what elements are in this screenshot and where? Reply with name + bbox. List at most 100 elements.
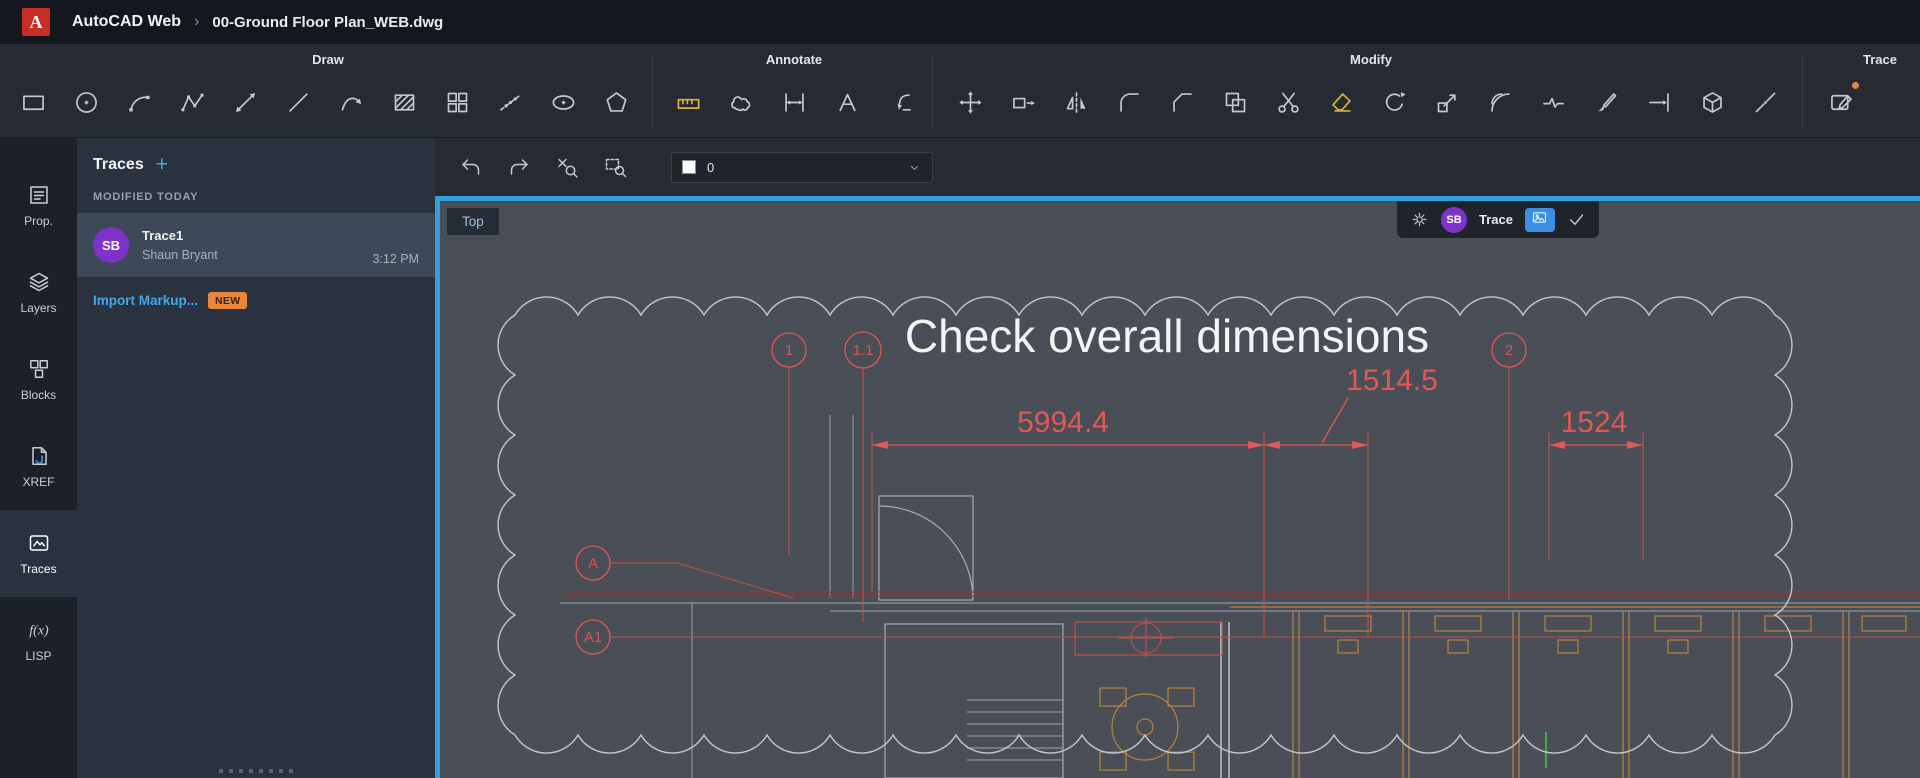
ellipse-tool[interactable] (542, 80, 585, 124)
drawing-viewport[interactable]: Top SB Trace (440, 201, 1920, 778)
add-trace-button[interactable]: + (156, 154, 168, 175)
arc-tool[interactable] (118, 80, 161, 124)
trace-name: Trace1 (142, 228, 218, 243)
ribbon-section-draw: Draw (8, 44, 648, 137)
box-select-button[interactable] (597, 149, 633, 185)
import-markup-link[interactable]: Import Markup... (93, 293, 198, 308)
main-area: Prop. Layers Blocks XREF Traces f(x) LISP Trac… (0, 138, 1920, 778)
trace-annotation-text[interactable]: Check overall dimensions (905, 310, 1429, 362)
sidebar-item-label: Layers (20, 301, 56, 315)
notification-dot (1852, 82, 1859, 89)
ribbon-section-label: Draw (8, 52, 648, 67)
file-name[interactable]: 00-Ground Floor Plan_WEB.dwg (212, 14, 443, 31)
image-icon (1531, 209, 1548, 231)
dim-linear-tool[interactable] (667, 80, 710, 124)
sidebar-item-label: LISP (25, 649, 51, 663)
breadcrumb-separator: › (194, 13, 199, 31)
gear-icon[interactable] (1410, 210, 1429, 229)
layer-dropdown[interactable]: 0 (671, 152, 933, 183)
sidebar-item-layers[interactable]: Layers (0, 249, 77, 336)
box-3d-tool[interactable] (1691, 80, 1734, 124)
svg-text:f(x): f(x) (29, 624, 49, 639)
polyline-tool[interactable] (171, 80, 214, 124)
modified-today-header: MODIFIED TODAY (77, 181, 435, 207)
join-tool[interactable] (1744, 80, 1787, 124)
trace-toolbar-label: Trace (1479, 212, 1513, 227)
sidebar-item-blocks[interactable]: Blocks (0, 336, 77, 423)
trim-tool[interactable] (1267, 80, 1310, 124)
revision-cloud-tool[interactable] (720, 80, 763, 124)
sidebar-item-traces[interactable]: Traces (0, 510, 77, 597)
ribbon-divider (652, 56, 653, 128)
offset-tool[interactable] (1479, 80, 1522, 124)
rectangle-tool[interactable] (12, 80, 55, 124)
copy-tool[interactable] (1214, 80, 1257, 124)
ribbon-section-modify: Modify (945, 44, 1797, 137)
trace-time: 3:12 PM (372, 252, 419, 266)
grid-marker-label: 1 (785, 342, 793, 359)
array-tool[interactable] (436, 80, 479, 124)
polygon-tool[interactable] (595, 80, 638, 124)
scale-tool[interactable] (1426, 80, 1469, 124)
chamfer-tool[interactable] (1161, 80, 1204, 124)
ribbon-tools-trace (1820, 80, 1863, 124)
new-badge: NEW (208, 292, 247, 309)
divide-tool[interactable] (489, 80, 532, 124)
view-orientation-tab[interactable]: Top (447, 208, 499, 235)
app-title[interactable]: AutoCAD Web (72, 13, 181, 31)
leader-tool[interactable] (879, 80, 922, 124)
sidebar-item-label: XREF (22, 475, 54, 489)
autocad-logo[interactable]: A (22, 8, 50, 36)
text-tool[interactable] (826, 80, 869, 124)
ribbon-tools-annotate (667, 80, 922, 124)
line-tool[interactable] (277, 80, 320, 124)
sidebar-item-xref[interactable]: XREF (0, 423, 77, 510)
avatar: SB (1441, 207, 1467, 233)
sidebar-item-prop[interactable]: Prop. (0, 162, 77, 249)
fillet-tool[interactable] (1108, 80, 1151, 124)
sidebar-item-label: Blocks (21, 388, 56, 402)
move-tool[interactable] (949, 80, 992, 124)
circle-tool[interactable] (65, 80, 108, 124)
sidebar-item-lisp[interactable]: f(x) LISP (0, 597, 77, 684)
hatch-tool[interactable] (383, 80, 426, 124)
break-tool[interactable] (1532, 80, 1575, 124)
panel-drag-handle[interactable] (219, 769, 293, 773)
erase-tool[interactable] (1320, 80, 1363, 124)
sidebar-item-label: Prop. (24, 214, 53, 228)
stretch-tool[interactable] (1002, 80, 1045, 124)
ribbon: Draw Annotate Modify Trace (0, 44, 1920, 138)
trace-paper-toggle[interactable] (1525, 208, 1555, 232)
ribbon-section-label: Annotate (663, 52, 925, 67)
chevron-down-icon (907, 160, 922, 175)
spline-tool[interactable] (330, 80, 373, 124)
layer-name: 0 (707, 160, 714, 175)
trace-toolbar: SB Trace (1397, 201, 1599, 238)
match-properties-tool[interactable] (1585, 80, 1628, 124)
rotate-tool[interactable] (1373, 80, 1416, 124)
undo-button[interactable] (453, 149, 489, 185)
ribbon-divider (932, 56, 933, 128)
drawing-canvas[interactable]: 5994.4 1514.5 1524 1 1.1 2 (440, 201, 1920, 778)
left-sidebar: Prop. Layers Blocks XREF Traces f(x) LISP (0, 138, 77, 778)
mirror-tool[interactable] (1055, 80, 1098, 124)
trace-tool[interactable] (1820, 80, 1863, 124)
panel-title: Traces (93, 156, 144, 174)
ribbon-section-label: Trace (1848, 52, 1912, 67)
ribbon-divider (1802, 56, 1803, 128)
trace-author: Shaun Bryant (142, 248, 218, 262)
zoom-selection-button[interactable] (549, 149, 585, 185)
redo-button[interactable] (501, 149, 537, 185)
check-icon[interactable] (1567, 210, 1586, 229)
dimension-value: 5994.4 (1017, 406, 1109, 439)
ribbon-section-label: Modify (945, 52, 1797, 67)
ribbon-section-trace: Trace (1808, 44, 1912, 137)
trace-list-item[interactable]: SB Trace1 Shaun Bryant 3:12 PM (77, 213, 435, 277)
top-bar: A AutoCAD Web › 00-Ground Floor Plan_WEB… (0, 0, 1920, 44)
construction-line-tool[interactable] (224, 80, 267, 124)
extend-tool[interactable] (1638, 80, 1681, 124)
ribbon-section-annotate: Annotate (663, 44, 925, 137)
avatar: SB (93, 227, 129, 263)
dimension-value: 1514.5 (1346, 364, 1438, 397)
dimension-tool[interactable] (773, 80, 816, 124)
